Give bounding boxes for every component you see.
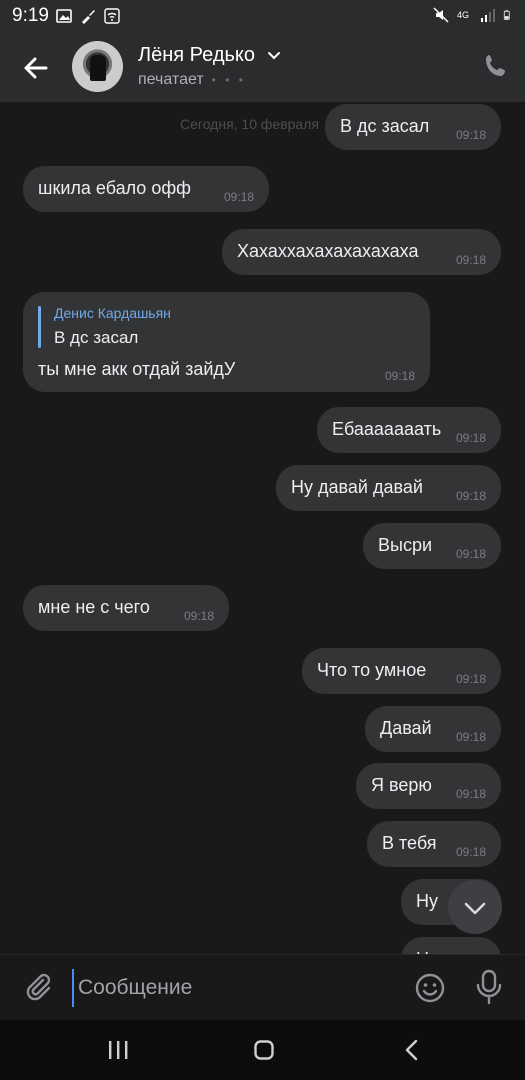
message-text: ты мне акк отдай зайдУ (38, 359, 236, 379)
message-time: 09:18 (223, 190, 254, 204)
message-text: Ну давай давай (291, 477, 423, 497)
reply-bar (38, 306, 41, 348)
outgoing-message[interactable]: Ебааааааать 09:18 (317, 407, 501, 453)
chevron-down-icon[interactable] (267, 51, 281, 61)
image-notification-icon (56, 9, 72, 23)
paperclip-icon[interactable] (22, 971, 54, 1003)
message-text: Ну (416, 891, 438, 911)
message-text: Хахаххахахахахахаха (237, 241, 419, 261)
recents-icon[interactable] (107, 1040, 129, 1060)
date-separator: Сегодня, 10 февраля (180, 116, 319, 132)
message-time: 09:18 (455, 787, 486, 801)
message-time: 09:18 (455, 253, 486, 267)
typing-dots: • • • (211, 72, 246, 87)
mute-icon (433, 7, 449, 23)
status-bar: 9:19 4G (0, 0, 525, 32)
chat-header: Лёня Редько печатает • • • (0, 32, 525, 102)
message-time: 09:18 (455, 730, 486, 744)
reply-quote[interactable]: В дс засал (54, 328, 138, 348)
message-time: 09:18 (455, 128, 486, 142)
smile-icon[interactable] (414, 972, 446, 1004)
message-time: 09:18 (455, 431, 486, 445)
message-text: шкила ебало офф (38, 178, 191, 198)
microphone-icon[interactable] (475, 969, 503, 1005)
home-icon[interactable] (254, 1040, 274, 1060)
incoming-reply-message[interactable]: Денис Кардашьян В дс засал ты мне акк от… (23, 292, 430, 392)
avatar[interactable] (72, 41, 123, 92)
outgoing-message[interactable]: Н (401, 937, 501, 954)
message-time: 09:18 (455, 672, 486, 686)
network-type-label: 4G (457, 9, 470, 20)
message-time: 09:18 (183, 609, 214, 623)
outgoing-message[interactable]: Хахаххахахахахахаха 09:18 (222, 229, 501, 275)
contact-name-text: Лёня Редько (138, 44, 256, 66)
status-time: 9:19 (12, 5, 49, 26)
message-time: 09:18 (384, 369, 415, 383)
message-text: мне не с чего (38, 597, 150, 617)
signal-icon (481, 9, 495, 22)
broom-notification-icon (82, 10, 95, 24)
reply-author[interactable]: Денис Кардашьян (54, 305, 171, 321)
outgoing-message[interactable]: Давай 09:18 (365, 706, 501, 752)
message-composer (0, 954, 525, 1021)
message-time: 09:18 (455, 845, 486, 859)
contact-status: печатает • • • (138, 71, 246, 89)
message-text: В тебя (382, 833, 437, 853)
incoming-message[interactable]: шкила ебало офф 09:18 (23, 166, 269, 212)
battery-icon (503, 10, 510, 20)
message-time: 09:18 (455, 547, 486, 561)
message-input[interactable] (72, 969, 398, 1007)
message-text: Ебааааааать (332, 419, 442, 439)
message-time: 09:18 (455, 489, 486, 503)
message-list[interactable]: Сегодня, 10 февраля В дс засал 09:18 шки… (0, 102, 525, 954)
outgoing-message[interactable]: В дс засал 09:18 (325, 104, 501, 150)
contact-name[interactable]: Лёня Редько (138, 44, 281, 67)
back-icon[interactable] (404, 1039, 420, 1061)
system-navigation-bar (0, 1020, 525, 1080)
chevron-down-icon (464, 902, 486, 915)
phone-icon[interactable] (482, 52, 510, 80)
typing-status-text: печатает (138, 71, 204, 88)
arrow-left-icon[interactable] (18, 50, 54, 86)
outgoing-message[interactable]: Высри 09:18 (363, 523, 501, 569)
message-text: В дс засал (340, 116, 430, 136)
outgoing-message[interactable]: В тебя 09:18 (367, 821, 501, 867)
message-text: Высри (378, 535, 433, 555)
scroll-down-button[interactable] (448, 880, 502, 934)
message-text: Давай (380, 718, 432, 738)
outgoing-message[interactable]: Ну давай давай 09:18 (276, 465, 501, 511)
message-text: Что то умное (317, 660, 427, 680)
outgoing-message[interactable]: Я верю 09:18 (356, 763, 501, 809)
incoming-message[interactable]: мне не с чего 09:18 (23, 585, 229, 631)
wifi-notification-icon (104, 8, 120, 24)
outgoing-message[interactable]: Что то умное 09:18 (302, 648, 501, 694)
message-text: Я верю (371, 775, 432, 795)
